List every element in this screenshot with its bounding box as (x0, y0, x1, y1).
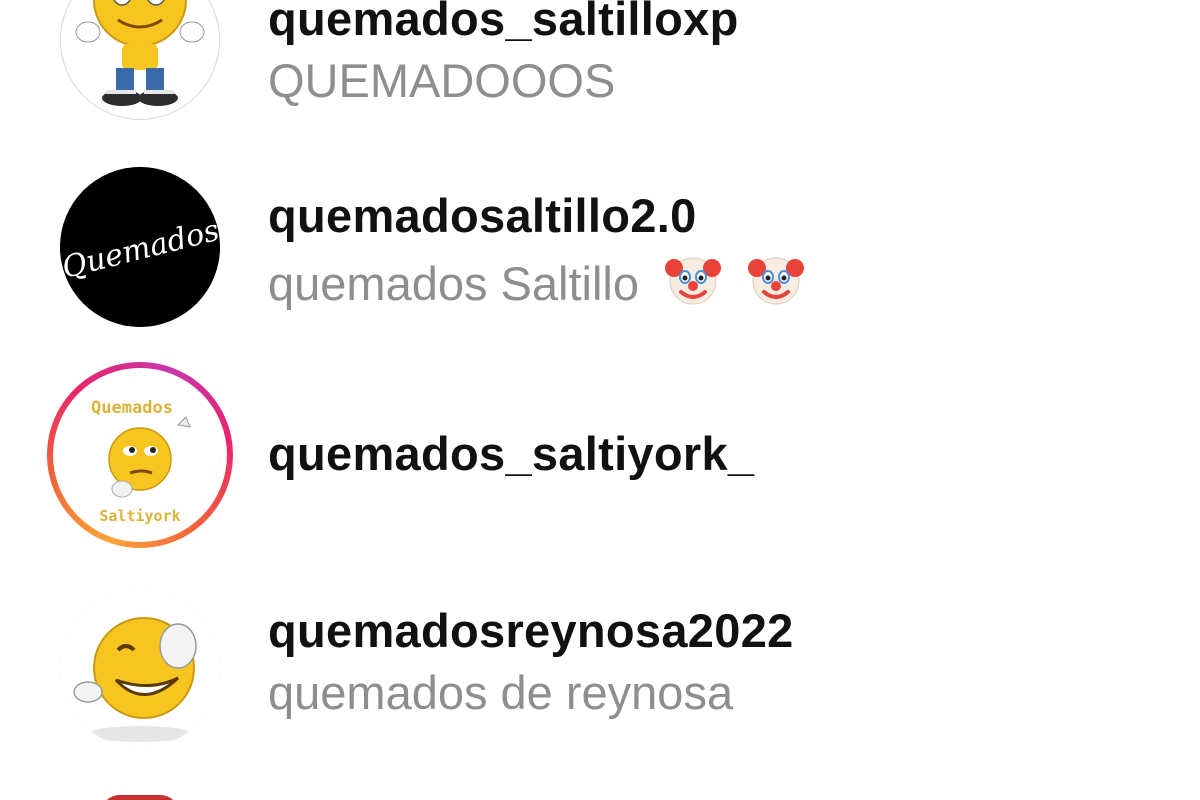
profile-avatar[interactable]: Quemados (55, 162, 225, 332)
black-circle-logo-avatar: Quemados (60, 167, 220, 327)
search-result-row[interactable]: Quemados Saltiyork quemados_saltiyork_ (0, 362, 1200, 570)
full-name-line: quemados Saltillo (268, 250, 805, 312)
next-profile-avatar[interactable] (100, 795, 180, 800)
emoji-cartoon-avatar (75, 0, 205, 106)
search-result-row[interactable]: quemados_saltilloxp QUEMADOOOS (0, 0, 1200, 155)
avatar-bottom-text: Saltiyork (99, 507, 180, 525)
full-name-label: quemados Saltillo (268, 257, 639, 310)
search-results-list: quemados_saltilloxp QUEMADOOOS Quemados … (0, 0, 1200, 800)
profile-avatar[interactable] (55, 0, 225, 125)
full-name-label: QUEMADOOOS (268, 54, 616, 107)
search-result-row[interactable]: Quemados quemadosaltillo2.0 quemados Sal… (0, 160, 1200, 360)
profile-avatar[interactable] (55, 583, 225, 753)
full-name-label: quemados de reynosa (268, 666, 734, 719)
username-label: quemados_saltiyork_ (268, 427, 755, 480)
username-label: quemadosaltillo2.0 (268, 189, 697, 242)
search-result-row[interactable]: quemadosreynosa2022 quemados de reynosa (0, 585, 1200, 785)
username-label: quemadosreynosa2022 (268, 604, 794, 657)
clown-face-emoji (665, 257, 722, 305)
thinking-emoji-avatar: Quemados Saltiyork (60, 375, 220, 535)
profile-avatar[interactable]: Quemados Saltiyork (47, 362, 233, 548)
avatar-top-text: Quemados (91, 398, 173, 418)
clown-face-emoji (748, 257, 805, 305)
username-label: quemados_saltilloxp (268, 0, 739, 45)
laughing-emoji-avatar (60, 588, 220, 748)
